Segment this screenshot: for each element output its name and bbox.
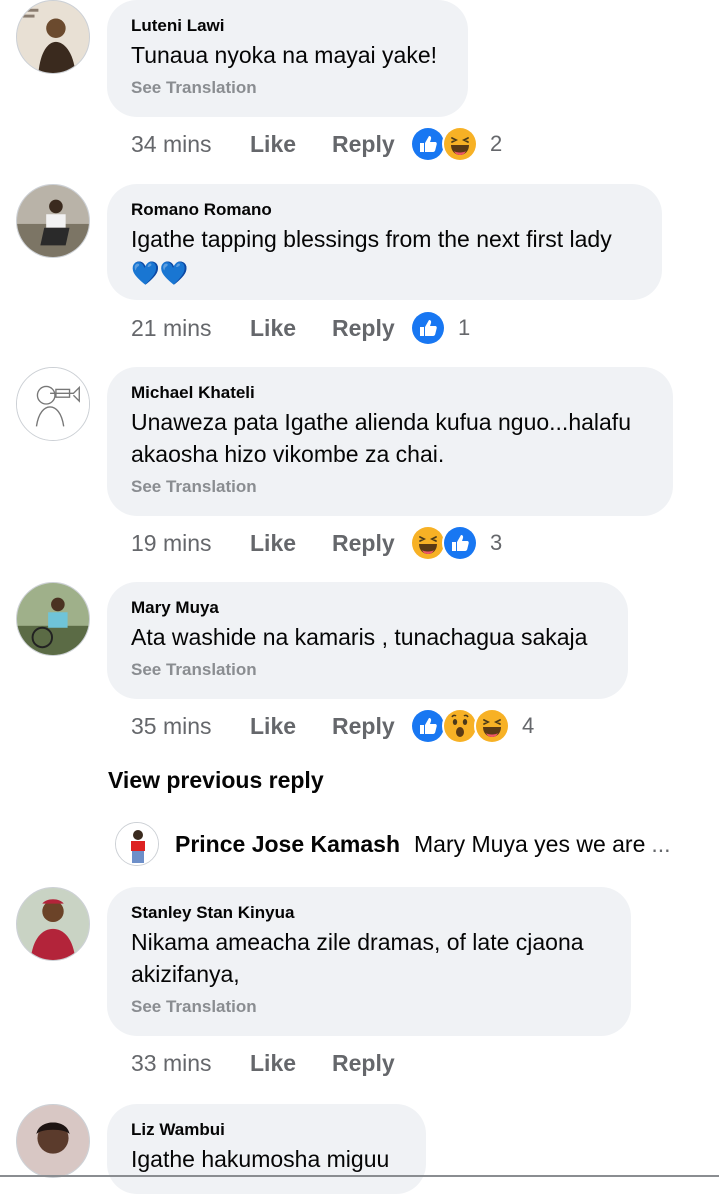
- comment-actions: 21 mins Like Reply 1: [131, 310, 470, 346]
- comment-actions: 35 mins Like Reply 4: [131, 708, 534, 744]
- reaction-count: 2: [490, 131, 503, 156]
- reply-button[interactable]: Reply: [332, 1050, 410, 1077]
- reaction-count: 3: [490, 530, 503, 555]
- reply-avatar[interactable]: [115, 822, 159, 866]
- avatar[interactable]: [16, 1104, 90, 1178]
- comment-bubble: Luteni Lawi Tunaua nyoka na mayai yake! …: [107, 0, 468, 117]
- comment-bubble: Liz Wambui Igathe hakumosha miguu: [107, 1104, 426, 1194]
- like-reaction-icon: [410, 708, 446, 744]
- comment-bubble: Michael Khateli Unaweza pata Igathe alie…: [107, 367, 673, 516]
- like-reaction-icon: [410, 126, 446, 162]
- comment-actions: 33 mins Like Reply: [131, 1046, 410, 1080]
- reaction-count: 4: [522, 713, 535, 738]
- avatar[interactable]: [16, 0, 90, 74]
- like-button[interactable]: Like: [250, 1050, 332, 1077]
- see-translation-link[interactable]: See Translation: [131, 996, 607, 1018]
- comment-bubble: Mary Muya Ata washide na kamaris , tunac…: [107, 582, 628, 699]
- reply-text: Mary Muya yes we are: [414, 830, 646, 857]
- like-button[interactable]: Like: [250, 131, 332, 158]
- comment-time[interactable]: 35 mins: [131, 713, 250, 740]
- comment-text: Unaweza pata Igathe alienda kufua nguo..…: [131, 409, 631, 435]
- see-translation-link[interactable]: See Translation: [131, 476, 649, 498]
- comment-bubble: Stanley Stan Kinyua Nikama ameacha zile …: [107, 887, 631, 1036]
- like-button[interactable]: Like: [250, 713, 332, 740]
- like-button[interactable]: Like: [250, 530, 332, 557]
- comment-time[interactable]: 19 mins: [131, 530, 250, 557]
- reply-ellipsis: ...: [651, 830, 671, 857]
- comment-actions: 34 mins Like Reply 2: [131, 126, 502, 162]
- comment-text-line2: akizifanya,: [131, 961, 240, 987]
- reaction-summary[interactable]: 2: [410, 126, 502, 162]
- haha-reaction-icon: [410, 525, 446, 561]
- reply-button[interactable]: Reply: [332, 713, 410, 740]
- comment-text: Igathe tapping blessings from the next f…: [131, 226, 612, 252]
- reply-button[interactable]: Reply: [332, 131, 410, 158]
- reaction-count: 1: [458, 315, 471, 340]
- comment-text: Nikama ameacha zile dramas, of late cjao…: [131, 929, 584, 955]
- like-reaction-icon: [442, 525, 478, 561]
- like-reaction-icon: [410, 310, 446, 346]
- comment-author[interactable]: Stanley Stan Kinyua: [131, 902, 607, 924]
- like-button[interactable]: Like: [250, 315, 332, 342]
- reply-button[interactable]: Reply: [332, 315, 410, 342]
- comment-bubble: Romano Romano Igathe tapping blessings f…: [107, 184, 662, 300]
- reaction-summary[interactable]: 4: [410, 708, 534, 744]
- haha-reaction-icon: [474, 708, 510, 744]
- comment-text: Ata washide na kamaris , tunachagua saka…: [131, 624, 588, 650]
- avatar[interactable]: [16, 887, 90, 961]
- comment-text-line2: akaosha hizo vikombe za chai.: [131, 441, 445, 467]
- comment-author[interactable]: Luteni Lawi: [131, 15, 444, 37]
- see-translation-link[interactable]: See Translation: [131, 77, 444, 99]
- avatar[interactable]: [16, 367, 90, 441]
- haha-reaction-icon: [442, 126, 478, 162]
- comment-time[interactable]: 21 mins: [131, 315, 250, 342]
- avatar[interactable]: [16, 582, 90, 656]
- reply-preview[interactable]: Prince Jose Kamash Mary Muya yes we are …: [115, 822, 671, 866]
- comment-text: Igathe hakumosha miguu: [131, 1146, 390, 1172]
- reply-author[interactable]: Prince Jose Kamash: [175, 831, 400, 858]
- comment-text-emoji: 💙💙: [131, 260, 189, 286]
- comment-author[interactable]: Liz Wambui: [131, 1119, 402, 1141]
- comment-author[interactable]: Romano Romano: [131, 199, 638, 221]
- reply-button[interactable]: Reply: [332, 530, 410, 557]
- see-translation-link[interactable]: See Translation: [131, 659, 604, 681]
- comment-time[interactable]: 34 mins: [131, 131, 250, 158]
- avatar[interactable]: [16, 184, 90, 258]
- comment-author[interactable]: Mary Muya: [131, 597, 604, 619]
- view-previous-reply-link[interactable]: View previous reply: [108, 767, 324, 794]
- reaction-summary[interactable]: 1: [410, 310, 470, 346]
- comment-time[interactable]: 33 mins: [131, 1050, 250, 1077]
- wow-reaction-icon: [442, 708, 478, 744]
- comment-author[interactable]: Michael Khateli: [131, 382, 649, 404]
- comment-text: Tunaua nyoka na mayai yake!: [131, 42, 437, 68]
- reaction-summary[interactable]: 3: [410, 525, 502, 561]
- comment-actions: 19 mins Like Reply 3: [131, 525, 502, 561]
